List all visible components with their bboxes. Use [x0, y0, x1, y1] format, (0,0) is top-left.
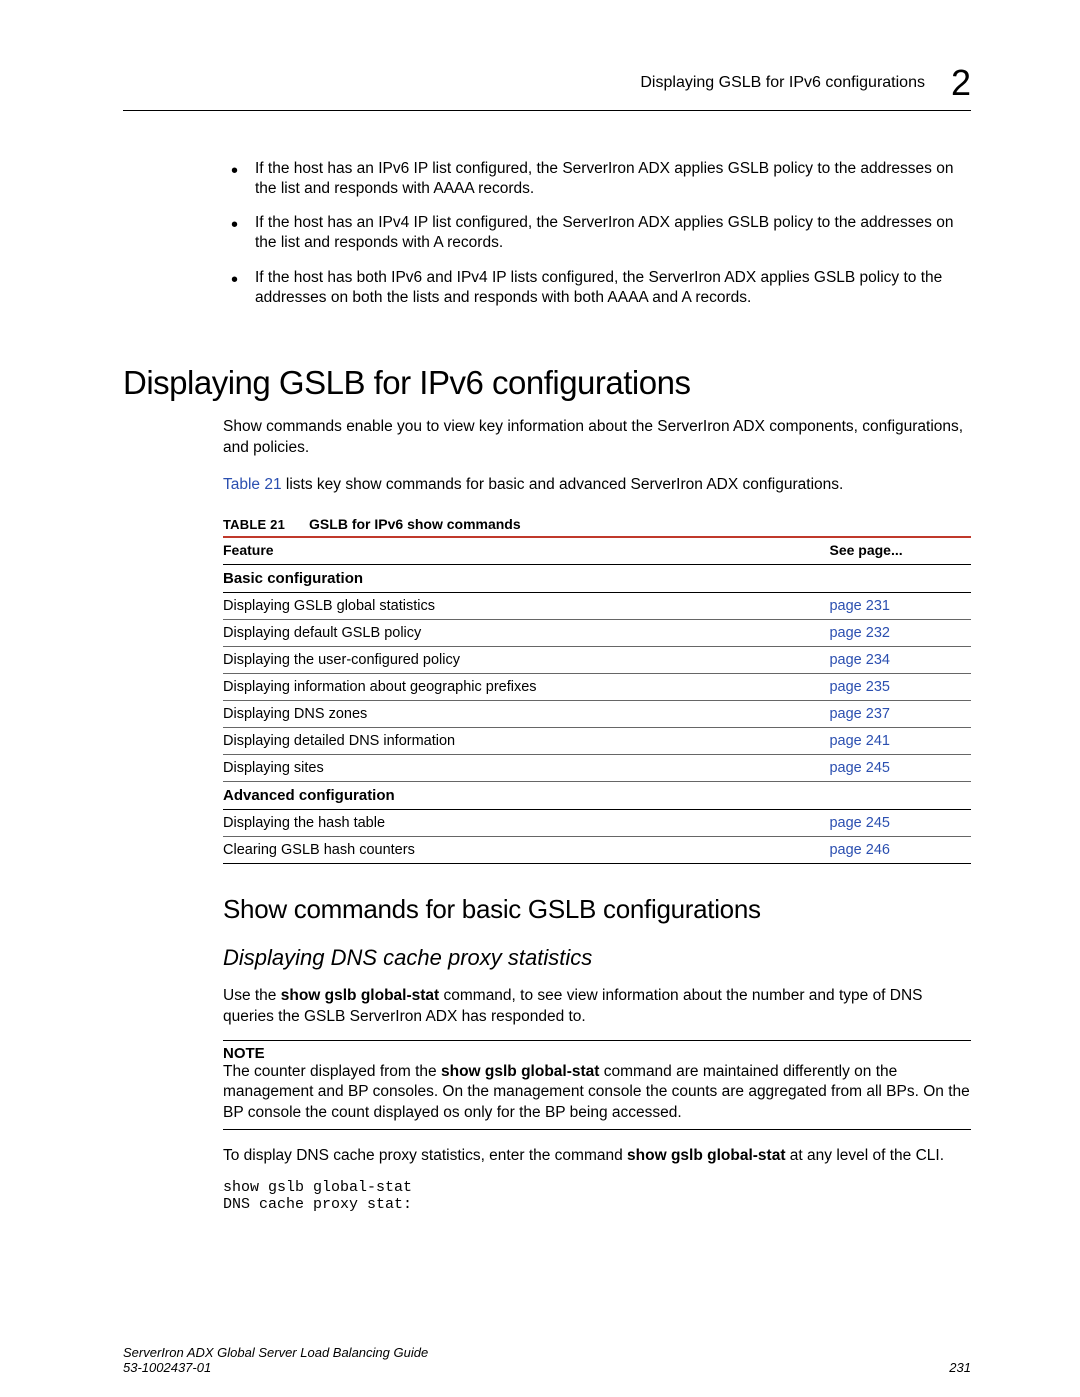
page-link[interactable]: page 241: [829, 733, 889, 749]
table-title: GSLB for IPv6 show commands: [309, 516, 521, 532]
table-row: Displaying DNS zonespage 237: [223, 700, 971, 727]
feature-cell: Displaying the hash table: [223, 809, 829, 836]
running-section-title: Displaying GSLB for IPv6 configurations: [640, 74, 925, 92]
page-link[interactable]: page 234: [829, 652, 889, 668]
page-link[interactable]: page 246: [829, 842, 889, 858]
bullet-item: If the host has both IPv6 and IPv4 IP li…: [231, 268, 971, 308]
section-h3: Displaying DNS cache proxy statistics: [223, 945, 971, 971]
cmd-text: show gslb global-stat: [627, 1147, 785, 1164]
page-cell: page 245: [829, 809, 971, 836]
page-link[interactable]: page 245: [829, 760, 889, 776]
page-cell: page 246: [829, 836, 971, 863]
feature-cell: Displaying DNS zones: [223, 700, 829, 727]
intro-paragraph: Show commands enable you to view key inf…: [223, 417, 971, 459]
feature-cell: Displaying default GSLB policy: [223, 619, 829, 646]
page-link[interactable]: page 231: [829, 598, 889, 614]
paragraph-use-command: Use the show gslb global-stat command, t…: [223, 986, 971, 1028]
page-link[interactable]: page 232: [829, 625, 889, 641]
feature-cell: Advanced configuration: [223, 781, 829, 809]
feature-cell: Displaying sites: [223, 754, 829, 781]
feature-cell: Displaying detailed DNS information: [223, 727, 829, 754]
table-row: Displaying sitespage 245: [223, 754, 971, 781]
feature-cell: Displaying the user-configured policy: [223, 646, 829, 673]
feature-cell: Basic configuration: [223, 564, 829, 592]
table-row: Displaying default GSLB policypage 232: [223, 619, 971, 646]
feature-cell: Displaying information about geographic …: [223, 673, 829, 700]
table-row: Displaying the user-configured policypag…: [223, 646, 971, 673]
col-feature: Feature: [223, 538, 829, 565]
table-row: Clearing GSLB hash counterspage 246: [223, 836, 971, 863]
feature-cell: Displaying GSLB global statistics: [223, 592, 829, 619]
table-row: Displaying GSLB global statisticspage 23…: [223, 592, 971, 619]
page-cell: page 235: [829, 673, 971, 700]
bullet-item: If the host has an IPv6 IP list configur…: [231, 159, 971, 199]
cmd-text: show gslb global-stat: [441, 1063, 599, 1080]
bullet-list: If the host has an IPv6 IP list configur…: [231, 159, 971, 308]
table-row: Displaying information about geographic …: [223, 673, 971, 700]
page-link[interactable]: page 237: [829, 706, 889, 722]
running-header: Displaying GSLB for IPv6 configurations …: [123, 62, 971, 111]
footer-page-number: 231: [949, 1360, 971, 1375]
note-block: NOTE The counter displayed from the show…: [223, 1040, 971, 1130]
table-number: TABLE 21: [223, 517, 285, 532]
table-row: Displaying detailed DNS informationpage …: [223, 727, 971, 754]
chapter-number: 2: [951, 62, 971, 104]
table-caption: TABLE 21 GSLB for IPv6 show commands: [223, 516, 971, 538]
footer-doc-number: 53-1002437-01: [123, 1360, 428, 1375]
page-cell: page 232: [829, 619, 971, 646]
gslb-commands-table: Feature See page... Basic configurationD…: [223, 538, 971, 864]
section-h2: Show commands for basic GSLB configurati…: [223, 894, 971, 925]
feature-cell: Clearing GSLB hash counters: [223, 836, 829, 863]
page-cell: page 234: [829, 646, 971, 673]
paragraph-display-stats: To display DNS cache proxy statistics, e…: [223, 1146, 971, 1167]
table-section-row: Advanced configuration: [223, 781, 971, 809]
bullet-item: If the host has an IPv4 IP list configur…: [231, 213, 971, 253]
cmd-text: show gslb global-stat: [281, 987, 439, 1004]
page-link[interactable]: page 235: [829, 679, 889, 695]
page-link[interactable]: page 245: [829, 815, 889, 831]
page-cell: page 245: [829, 754, 971, 781]
page-footer: ServerIron ADX Global Server Load Balanc…: [123, 1345, 971, 1375]
note-body: The counter displayed from the show gslb…: [223, 1062, 971, 1130]
table-ref-text: lists key show commands for basic and ad…: [282, 476, 844, 493]
note-label: NOTE: [223, 1045, 971, 1062]
code-block: show gslb global-stat DNS cache proxy st…: [223, 1179, 971, 1213]
footer-guide-title: ServerIron ADX Global Server Load Balanc…: [123, 1345, 428, 1360]
page-cell: page 237: [829, 700, 971, 727]
table-row: Displaying the hash tablepage 245: [223, 809, 971, 836]
page-cell: [829, 564, 971, 592]
col-see-page: See page...: [829, 538, 971, 565]
page-h1: Displaying GSLB for IPv6 configurations: [123, 364, 971, 402]
page-cell: [829, 781, 971, 809]
table-reference-paragraph: Table 21 lists key show commands for bas…: [223, 475, 971, 496]
table-section-row: Basic configuration: [223, 564, 971, 592]
page-cell: page 241: [829, 727, 971, 754]
page-cell: page 231: [829, 592, 971, 619]
table-ref-link[interactable]: Table 21: [223, 476, 282, 493]
